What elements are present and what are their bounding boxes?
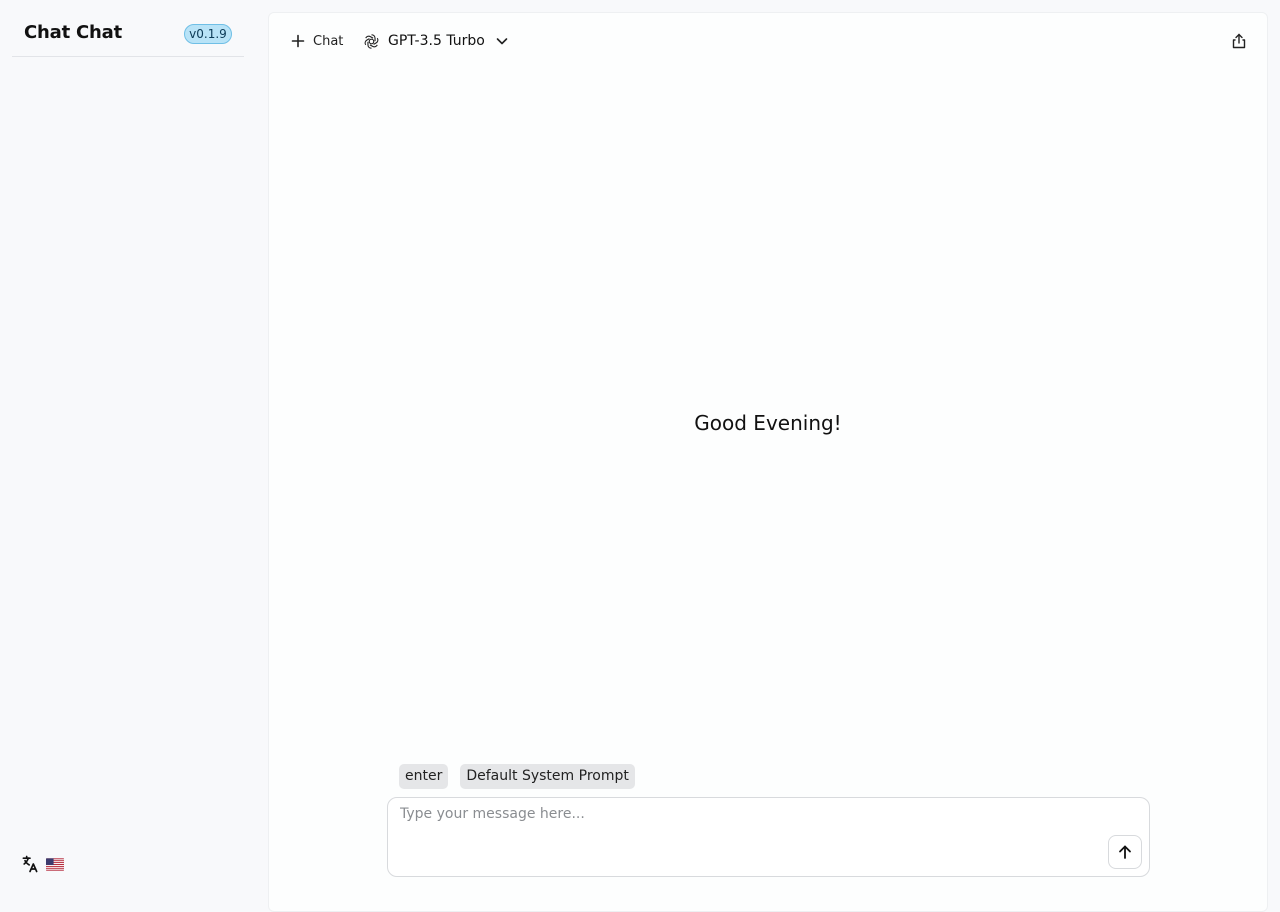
language-switcher[interactable] [20, 852, 64, 876]
new-chat-label: Chat [313, 33, 344, 49]
us-flag-icon[interactable] [46, 857, 64, 871]
model-selector[interactable]: GPT-3.5 Turbo [363, 28, 509, 54]
chat-topbar: Chat GPT-3.5 Turbo [269, 13, 1267, 69]
prompt-chip-default-system-prompt[interactable]: Default System Prompt [460, 764, 635, 789]
chevron-down-icon [496, 38, 508, 45]
plus-icon [291, 34, 305, 48]
sidebar: Chat Chat v0.1.9 [0, 0, 256, 900]
message-input[interactable] [400, 806, 1100, 846]
model-label: GPT-3.5 Turbo [388, 33, 485, 49]
share-button[interactable] [1229, 31, 1249, 51]
sidebar-header: Chat Chat v0.1.9 [12, 12, 244, 57]
send-button[interactable] [1108, 835, 1142, 869]
arrow-up-icon [1119, 845, 1131, 859]
prompt-chip-enter[interactable]: enter [399, 764, 449, 789]
new-chat-button[interactable]: Chat [291, 29, 343, 53]
message-composer [387, 797, 1150, 877]
prompt-chips: enter Default System Prompt [399, 764, 635, 789]
share-icon [1232, 33, 1246, 49]
chat-panel: Chat GPT-3.5 Turbo Good Evening! enter D… [268, 12, 1268, 912]
greeting-text: Good Evening! [694, 411, 842, 435]
openai-logo-icon [364, 33, 379, 49]
version-badge: v0.1.9 [184, 24, 232, 44]
translate-icon[interactable] [20, 854, 40, 874]
app-title: Chat Chat [24, 22, 123, 43]
